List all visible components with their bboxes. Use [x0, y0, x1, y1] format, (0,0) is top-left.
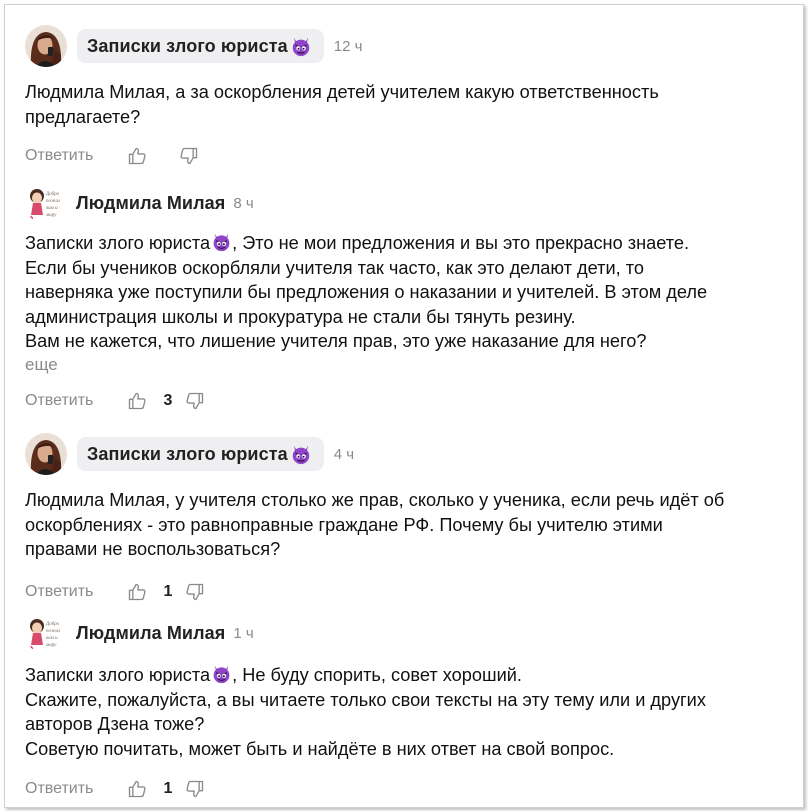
comment-line: оскорблениях - это равноправные граждане…: [25, 514, 663, 535]
author-name[interactable]: Людмила Милая: [76, 193, 225, 214]
author-chip[interactable]: Записки злого юриста: [77, 437, 324, 471]
comment-header: Людмила Милая 8 ч: [25, 182, 789, 224]
author-name[interactable]: Записки злого юриста: [87, 36, 288, 57]
thumbs-up-icon[interactable]: [127, 146, 147, 166]
author-name[interactable]: Записки злого юриста: [87, 444, 288, 465]
thumbs-up-icon[interactable]: [127, 391, 147, 411]
thumbs-down-icon[interactable]: [179, 146, 199, 166]
comment-line: правами не воспользоваться?: [25, 539, 281, 559]
reply-button[interactable]: Ответить: [25, 392, 125, 410]
comment-text: Записки злого юриста , Не буду спорить, с…: [25, 663, 785, 761]
comment-line: Если бы учеников оскорбляли учителя так …: [25, 257, 645, 278]
reply-button[interactable]: Ответить: [25, 780, 125, 798]
thumbs-up-icon[interactable]: [127, 779, 147, 799]
comment-item: Людмила Милая 8 ч Записки злого юриста , …: [25, 182, 789, 413]
comment-actions: Ответить 1: [25, 580, 789, 604]
comment-header: Записки злого юриста 4 ч: [25, 433, 789, 475]
comment-line: Скажите, пожалуйста, а вы читаете только…: [25, 689, 706, 710]
comment-line: Людмила Милая, а за оскорбления детей уч…: [25, 82, 659, 102]
comment-line: Людмила Милая, у учителя столько же прав…: [25, 490, 725, 510]
devil-emoji-icon: [211, 231, 232, 252]
reply-button[interactable]: Ответить: [25, 583, 125, 601]
comment-actions: Ответить 3: [25, 389, 789, 413]
devil-emoji-icon: [290, 35, 312, 57]
comment-actions: Ответить: [25, 144, 789, 168]
comment-time: 12 ч: [333, 37, 363, 55]
like-count: 3: [163, 391, 173, 409]
thumbs-down-icon[interactable]: [185, 391, 205, 411]
comment-line-rest: , Не буду спорить, совет хороший.: [232, 665, 522, 685]
author-label[interactable]: Людмила Милая: [76, 193, 225, 214]
comment-line-rest: , Это не мои предложения и вы это прекра…: [232, 233, 690, 253]
comment-line: авторов Дзена тоже?: [25, 714, 205, 734]
author-avatar[interactable]: [25, 612, 67, 654]
comment-line: администрация школы и прокуратура не ста…: [25, 306, 576, 327]
like-count: 1: [163, 780, 173, 797]
comment-line: Записки злого юриста , Не буду спорить, с…: [25, 663, 785, 688]
comment-actions: Ответить 1: [25, 777, 789, 801]
author-label[interactable]: Людмила Милая: [76, 623, 225, 644]
author-chip[interactable]: Записки злого юриста: [77, 29, 324, 63]
devil-emoji-icon: [211, 663, 232, 684]
devil-emoji-icon: [290, 443, 312, 465]
author-name[interactable]: Людмила Милая: [76, 623, 225, 644]
comment-header: Записки злого юриста 12 ч: [25, 25, 789, 67]
comment-line: Записки злого юриста , Это не мои предлож…: [25, 231, 785, 256]
comment-line: Советую почитать, может быть и найдёте в…: [25, 738, 615, 759]
comment-time: 8 ч: [233, 194, 254, 212]
mention-text[interactable]: Записки злого юриста: [25, 233, 210, 253]
comment-line: предлагаете?: [25, 106, 141, 127]
comment-time: 1 ч: [233, 624, 254, 642]
thumbs-down-icon[interactable]: [185, 582, 205, 602]
author-avatar[interactable]: [25, 182, 67, 224]
comment-time: 4 ч: [333, 445, 355, 463]
show-more-link[interactable]: еще: [25, 355, 789, 375]
comment-item: Записки злого юриста 12 ч Людмила Милая,…: [25, 25, 789, 168]
thumbs-down-icon[interactable]: [185, 779, 205, 799]
comment-item: Людмила Милая 1 ч Записки злого юриста , …: [25, 612, 789, 801]
mention-link[interactable]: Записки злого юриста: [25, 665, 232, 685]
comment-line: наверняка уже поступили бы предложения о…: [25, 282, 708, 302]
comment-item: Записки злого юриста 4 ч Людмила Милая, …: [25, 433, 789, 604]
comment-text: Записки злого юриста , Это не мои предлож…: [25, 231, 785, 354]
author-avatar[interactable]: [25, 433, 67, 475]
comment-text: Людмила Милая, у учителя столько же прав…: [25, 488, 785, 562]
comment-text: Людмила Милая, а за оскорбления детей уч…: [25, 80, 785, 129]
mention-link[interactable]: Записки злого юриста: [25, 233, 232, 253]
mention-text[interactable]: Записки злого юриста: [25, 665, 210, 685]
author-avatar[interactable]: [25, 25, 67, 67]
comment-header: Людмила Милая 1 ч: [25, 612, 789, 654]
like-count: 1: [163, 582, 173, 600]
comments-panel: Записки злого юриста 12 ч Людмила Милая,…: [4, 4, 804, 808]
reply-button[interactable]: Ответить: [25, 147, 125, 165]
comment-line: Вам не кажется, что лишение учителя прав…: [25, 331, 647, 351]
thumbs-up-icon[interactable]: [127, 582, 147, 602]
